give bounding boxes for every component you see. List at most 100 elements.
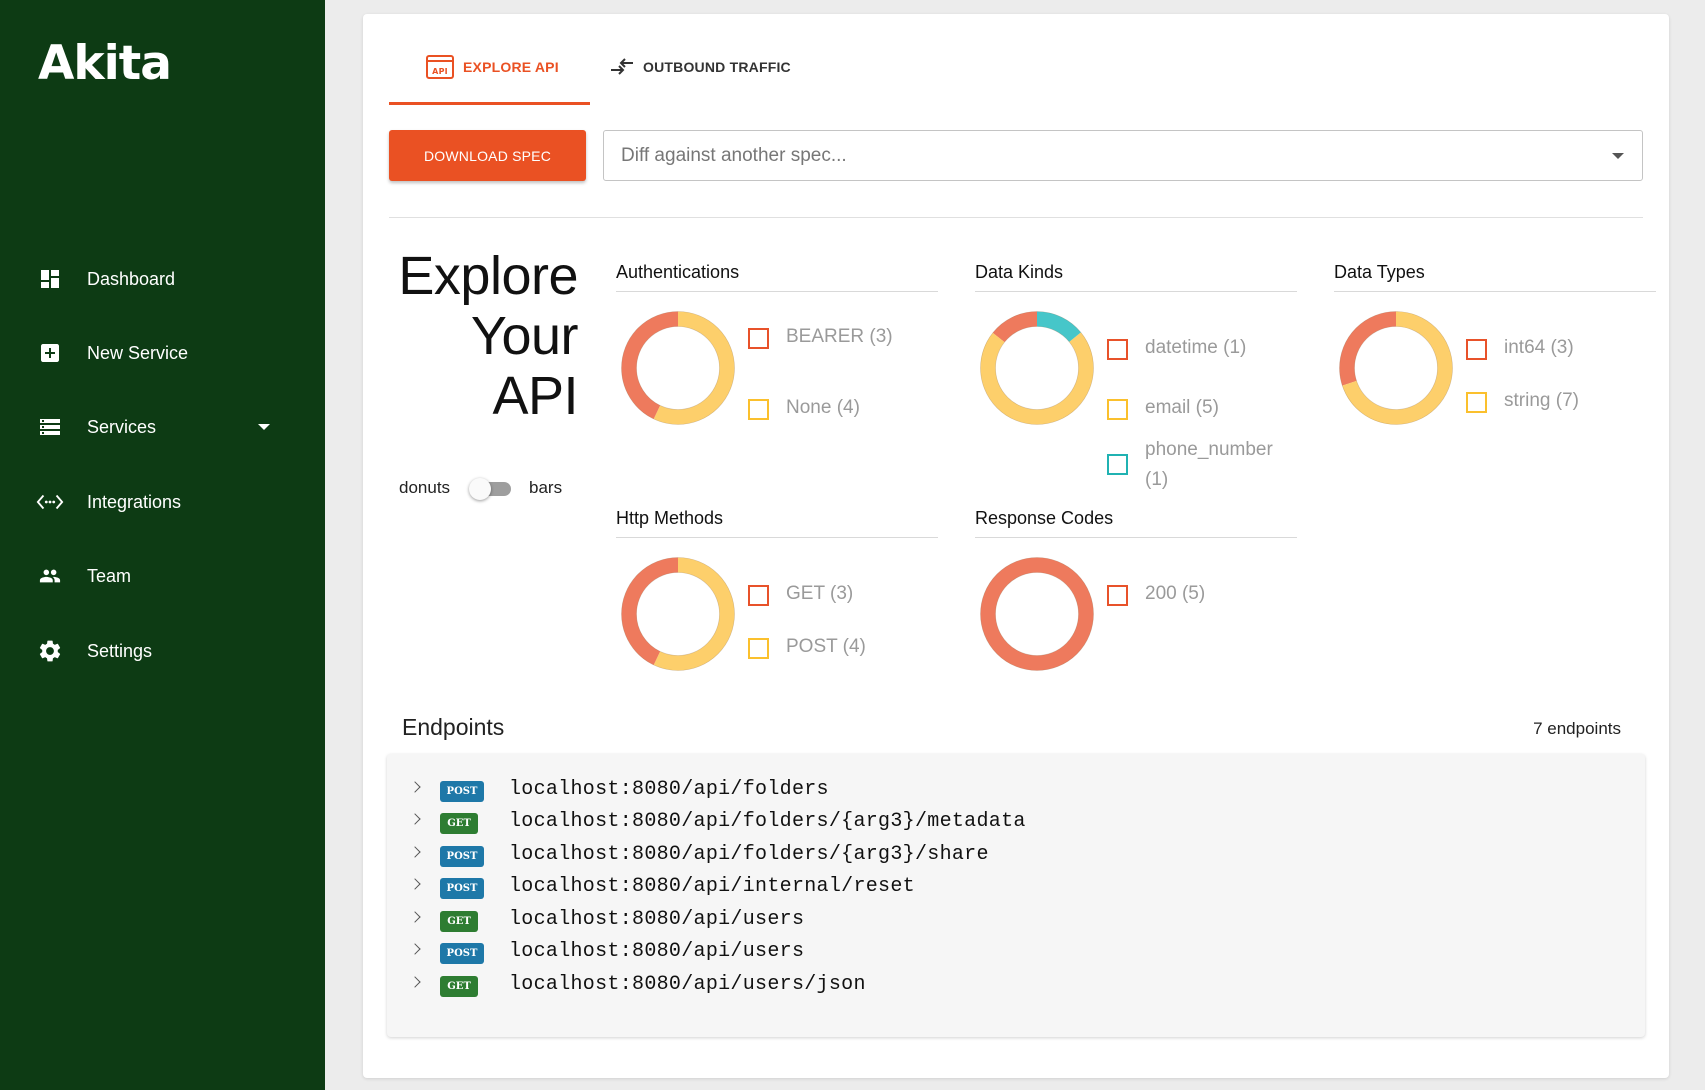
endpoints-count: 7 endpoints [1533,719,1621,738]
method-badge: POST [440,878,484,899]
legend-swatch [748,638,769,659]
title-line: API [492,366,578,426]
chart-style-switch[interactable] [467,476,515,502]
tab-outbound-traffic[interactable]: OUTBOUND TRAFFIC [609,44,791,90]
endpoint-path: localhost:8080/api/folders [509,778,829,801]
legend-swatch [1107,585,1128,606]
legend-swatch [748,585,769,606]
chart-data-types: Data Types int64 (3) string (7) [1334,262,1656,452]
page-title: Explore Your API [383,246,578,426]
tab-explore-api[interactable]: API EXPLORE API [425,44,559,90]
chevron-right-icon[interactable] [409,781,421,793]
legend-item[interactable]: phone_number (1) [1107,435,1297,495]
chevron-right-icon[interactable] [409,846,421,858]
api-icon: API [425,54,455,80]
dashboard-icon [36,265,64,293]
sidebar-item-integrations[interactable]: Integrations [0,476,325,528]
endpoints-list: POST localhost:8080/api/folders GET loca… [387,754,1645,1037]
chart-title-divider [616,537,938,538]
donut-inner-outline [995,326,1079,410]
chart-title: Http Methods [616,508,724,528]
method-badge: POST [440,943,484,964]
sidebar-item-label: Team [87,565,132,586]
sidebar-item-team[interactable]: Team [0,550,325,602]
endpoint-row[interactable]: POST localhost:8080/api/folders/{arg3}/s… [387,840,1645,870]
donut-inner-outline [636,326,720,410]
legend-label: phone_number (1) [1145,439,1273,490]
endpoint-row[interactable]: GET localhost:8080/api/folders/{arg3}/me… [387,807,1645,837]
donut-chart [621,557,735,671]
endpoint-path: localhost:8080/api/users/json [509,973,866,996]
donut-chart [621,311,735,425]
sidebar-item-settings[interactable]: Settings [0,625,325,677]
legend-swatch [1107,454,1128,475]
chart-style-toggle-row: donuts bars [399,476,579,502]
swap-arrows-icon [609,56,635,78]
title-line: Explore [398,246,578,306]
main-card: API EXPLORE API OUTBOUND TRAFFIC DOWNLOA… [363,14,1669,1078]
endpoint-path: localhost:8080/api/internal/reset [509,875,915,898]
divider [389,217,1643,218]
chevron-right-icon[interactable] [409,813,421,825]
legend-item[interactable]: BEARER (3) [748,322,938,382]
endpoint-row[interactable]: POST localhost:8080/api/folders [387,775,1645,805]
chart-title-divider [975,537,1297,538]
legend-label: datetime (1) [1145,337,1247,358]
switch-knob[interactable] [469,478,491,500]
chevron-down-icon [1612,153,1624,159]
donut-chart [980,557,1094,671]
legend-label: POST (4) [786,636,866,657]
method-badge: GET [440,976,478,997]
method-badge: POST [440,781,484,802]
donut-inner-outline [636,572,720,656]
sidebar-item-dashboard[interactable]: Dashboard [0,253,325,305]
tab-label: OUTBOUND TRAFFIC [643,59,791,75]
method-badge: GET [440,813,478,834]
chart-title-divider [616,291,938,292]
donut-inner-outline [1354,326,1438,410]
title-line: Your [470,306,579,366]
tab-label: EXPLORE API [463,59,559,75]
legend-swatch [748,328,769,349]
endpoint-row[interactable]: GET localhost:8080/api/users/json [387,970,1645,1000]
active-tab-indicator [389,102,590,105]
chevron-down-icon[interactable] [258,424,270,430]
storage-icon [36,413,64,441]
chart-title-divider [975,291,1297,292]
method-badge: GET [440,911,478,932]
donut-chart [980,311,1094,425]
sidebar-item-new-service[interactable]: New Service [0,327,325,379]
toggle-label-bars: bars [529,478,563,497]
legend-swatch [748,399,769,420]
diff-spec-select[interactable]: Diff against another spec... [603,130,1643,181]
chart-http-methods: Http Methods GET (3) POST (4) [616,508,938,688]
sidebar-item-services[interactable]: Services [0,401,325,453]
chevron-right-icon[interactable] [409,878,421,890]
chart-title-divider [1334,291,1656,292]
legend-label: email (5) [1145,397,1219,418]
chevron-right-icon[interactable] [409,943,421,955]
add-box-icon [36,339,64,367]
legend-swatch [1466,392,1487,413]
sidebar-item-label: Services [87,416,157,437]
chevron-right-icon[interactable] [409,976,421,988]
svg-text:API: API [432,67,448,76]
chart-title: Data Types [1334,262,1425,282]
sidebar-item-label: New Service [87,342,189,363]
endpoint-row[interactable]: GET localhost:8080/api/users [387,905,1645,935]
chart-authentications: Authentications BEARER (3) None (4) [616,262,938,452]
download-spec-button[interactable]: DOWNLOAD SPEC [389,130,586,181]
endpoint-path: localhost:8080/api/folders/{arg3}/metada… [509,810,1026,833]
endpoint-row[interactable]: POST localhost:8080/api/users [387,937,1645,967]
people-icon [36,562,64,590]
chart-response-codes: Response Codes 200 (5) [975,508,1297,688]
chevron-right-icon[interactable] [409,911,421,923]
sidebar-item-label: Dashboard [87,268,176,289]
endpoints-title: Endpoints [402,714,505,740]
sidebar-item-label: Integrations [87,491,182,512]
donut-slice-200[interactable] [980,557,1094,671]
endpoint-row[interactable]: POST localhost:8080/api/internal/reset [387,872,1645,902]
akita-logo[interactable]: Akita [38,36,172,91]
legend-label: BEARER (3) [786,326,893,347]
code-icon [36,488,64,516]
